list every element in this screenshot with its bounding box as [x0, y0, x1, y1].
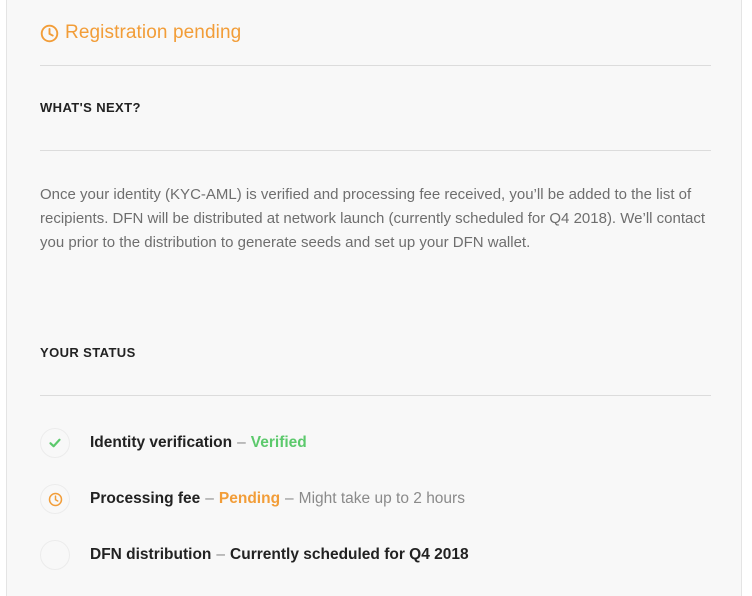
registration-status-header: Registration pending: [40, 22, 241, 44]
divider: [40, 65, 711, 66]
status-item-dfn-distribution: DFN distribution – Currently scheduled f…: [40, 540, 469, 570]
check-icon: [40, 428, 70, 458]
status-badge-verified: Verified: [250, 434, 307, 451]
status-value: Currently scheduled for Q4 2018: [230, 546, 469, 563]
status-separator: –: [205, 490, 214, 507]
clock-icon: [40, 484, 70, 514]
your-status-heading: YOUR STATUS: [40, 345, 136, 360]
status-item-processing-fee: Processing fee – Pending – Might take up…: [40, 484, 465, 514]
status-note: Might take up to 2 hours: [298, 490, 465, 507]
whats-next-description: Once your identity (KYC-AML) is verified…: [40, 186, 706, 251]
empty-circle-icon: [40, 540, 70, 570]
status-separator: –: [285, 490, 294, 507]
status-badge-pending: Pending: [218, 490, 281, 507]
status-item-identity-verification: Identity verification – Verified: [40, 428, 307, 458]
status-separator: –: [237, 434, 246, 451]
page-title: Registration pending: [65, 22, 242, 43]
status-label: DFN distribution: [90, 546, 212, 563]
status-label: Identity verification: [90, 434, 233, 451]
status-label: Processing fee: [90, 490, 201, 507]
registration-panel: Registration pending WHAT'S NEXT? Once y…: [6, 0, 742, 596]
divider: [40, 150, 711, 151]
divider: [40, 395, 711, 396]
whats-next-heading: WHAT'S NEXT?: [40, 100, 141, 115]
clock-icon: [40, 24, 59, 42]
status-separator: –: [216, 546, 226, 563]
